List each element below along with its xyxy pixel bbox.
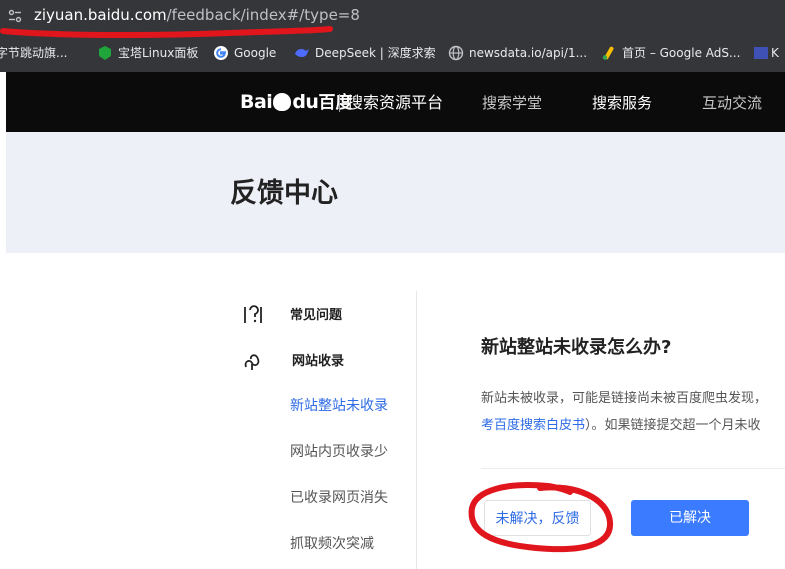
url-text[interactable]: ziyuan.baidu.com/feedback/index#/type=8 (34, 5, 360, 25)
bookmark-label: Google (234, 46, 277, 60)
answer-line-2-rest: ）。如果链接提交超一个月未收 (585, 418, 761, 433)
deepseek-icon (295, 49, 309, 57)
faq-icon (244, 305, 262, 323)
question-title: 新站整站未收录怎么办? (481, 337, 672, 358)
bookmark-label: 字节跳动旗... (0, 46, 68, 60)
bookmark-label: 首页 – Google AdS... (622, 46, 741, 60)
platform-title[interactable]: 搜索资源平台 (347, 92, 443, 114)
answer-text: 新站未被收录，可能是链接尚未被百度爬虫发现， 考百度搜索白皮书）。如果链接提交超… (481, 385, 785, 439)
sidebar-item-indexed-pages-gone[interactable]: 已收录网页消失 (290, 488, 388, 508)
baota-icon (99, 46, 111, 60)
sidebar-item-crawl-drop[interactable]: 抓取频次突减 (290, 534, 374, 554)
address-bar[interactable]: ziyuan.baidu.com/feedback/index#/type=8 (0, 0, 785, 34)
bookmark-label: DeepSeek | 深度求索 (315, 46, 436, 60)
sidebar-category-faq[interactable]: 常见问题 (244, 305, 343, 326)
whitepaper-link[interactable]: 考百度搜索白皮书 (481, 418, 585, 433)
site-header: Bai du百度 搜索资源平台 搜索学堂 搜索服务 互动交流 (6, 72, 785, 132)
baidu-logo[interactable]: Bai du百度 (240, 89, 352, 115)
site-settings-icon[interactable] (8, 9, 22, 23)
answer-line-2: 考百度搜索白皮书）。如果链接提交超一个月未收 (481, 412, 785, 439)
resolved-button[interactable]: 已解决 (631, 500, 749, 536)
k-icon (754, 47, 768, 59)
nav-search-academy[interactable]: 搜索学堂 (482, 92, 542, 114)
unresolved-feedback-button[interactable]: 未解决，反馈 (484, 500, 591, 536)
sidebar-item-new-site-not-indexed[interactable]: 新站整站未收录 (290, 396, 388, 416)
page-title: 反馈中心 (230, 178, 338, 209)
header-divider (339, 94, 340, 112)
bookmark-label: 宝塔Linux面板 (118, 46, 199, 60)
sidebar-category-label: 常见问题 (290, 308, 343, 323)
paw-icon (273, 93, 292, 111)
sidebar-category-label: 网站收录 (292, 354, 345, 369)
bookmark-label: newsdata.io/api/1... (469, 46, 588, 60)
answer-line-1: 新站未被收录，可能是链接尚未被百度爬虫发现， (481, 391, 768, 406)
bookmark-bytedance[interactable]: 字节跳动旗... (0, 44, 67, 62)
nav-interaction[interactable]: 互动交流 (702, 92, 762, 114)
logo-text: Bai (240, 91, 273, 113)
bookmark-label: K (771, 46, 779, 60)
page-banner: 反馈中心 (6, 132, 785, 253)
url-host: ziyuan.baidu.com (34, 6, 167, 24)
globe-icon (448, 45, 464, 61)
sidebar-divider (416, 291, 417, 569)
url-path: /feedback/index#/type=8 (166, 6, 360, 24)
google-ads-icon (602, 46, 614, 60)
bookmarks-bar: 字节跳动旗... 宝塔Linux面板 Google DeepSeek | 深度求… (0, 34, 785, 72)
content-divider (481, 468, 785, 469)
google-icon (214, 46, 228, 60)
sidebar-item-few-inner-pages[interactable]: 网站内页收录少 (290, 442, 388, 462)
sidebar-category-site-index[interactable]: 网站收录 (244, 352, 345, 372)
logo-text-2: du (292, 91, 319, 113)
site-index-icon (244, 354, 260, 370)
nav-search-service[interactable]: 搜索服务 (592, 92, 652, 114)
